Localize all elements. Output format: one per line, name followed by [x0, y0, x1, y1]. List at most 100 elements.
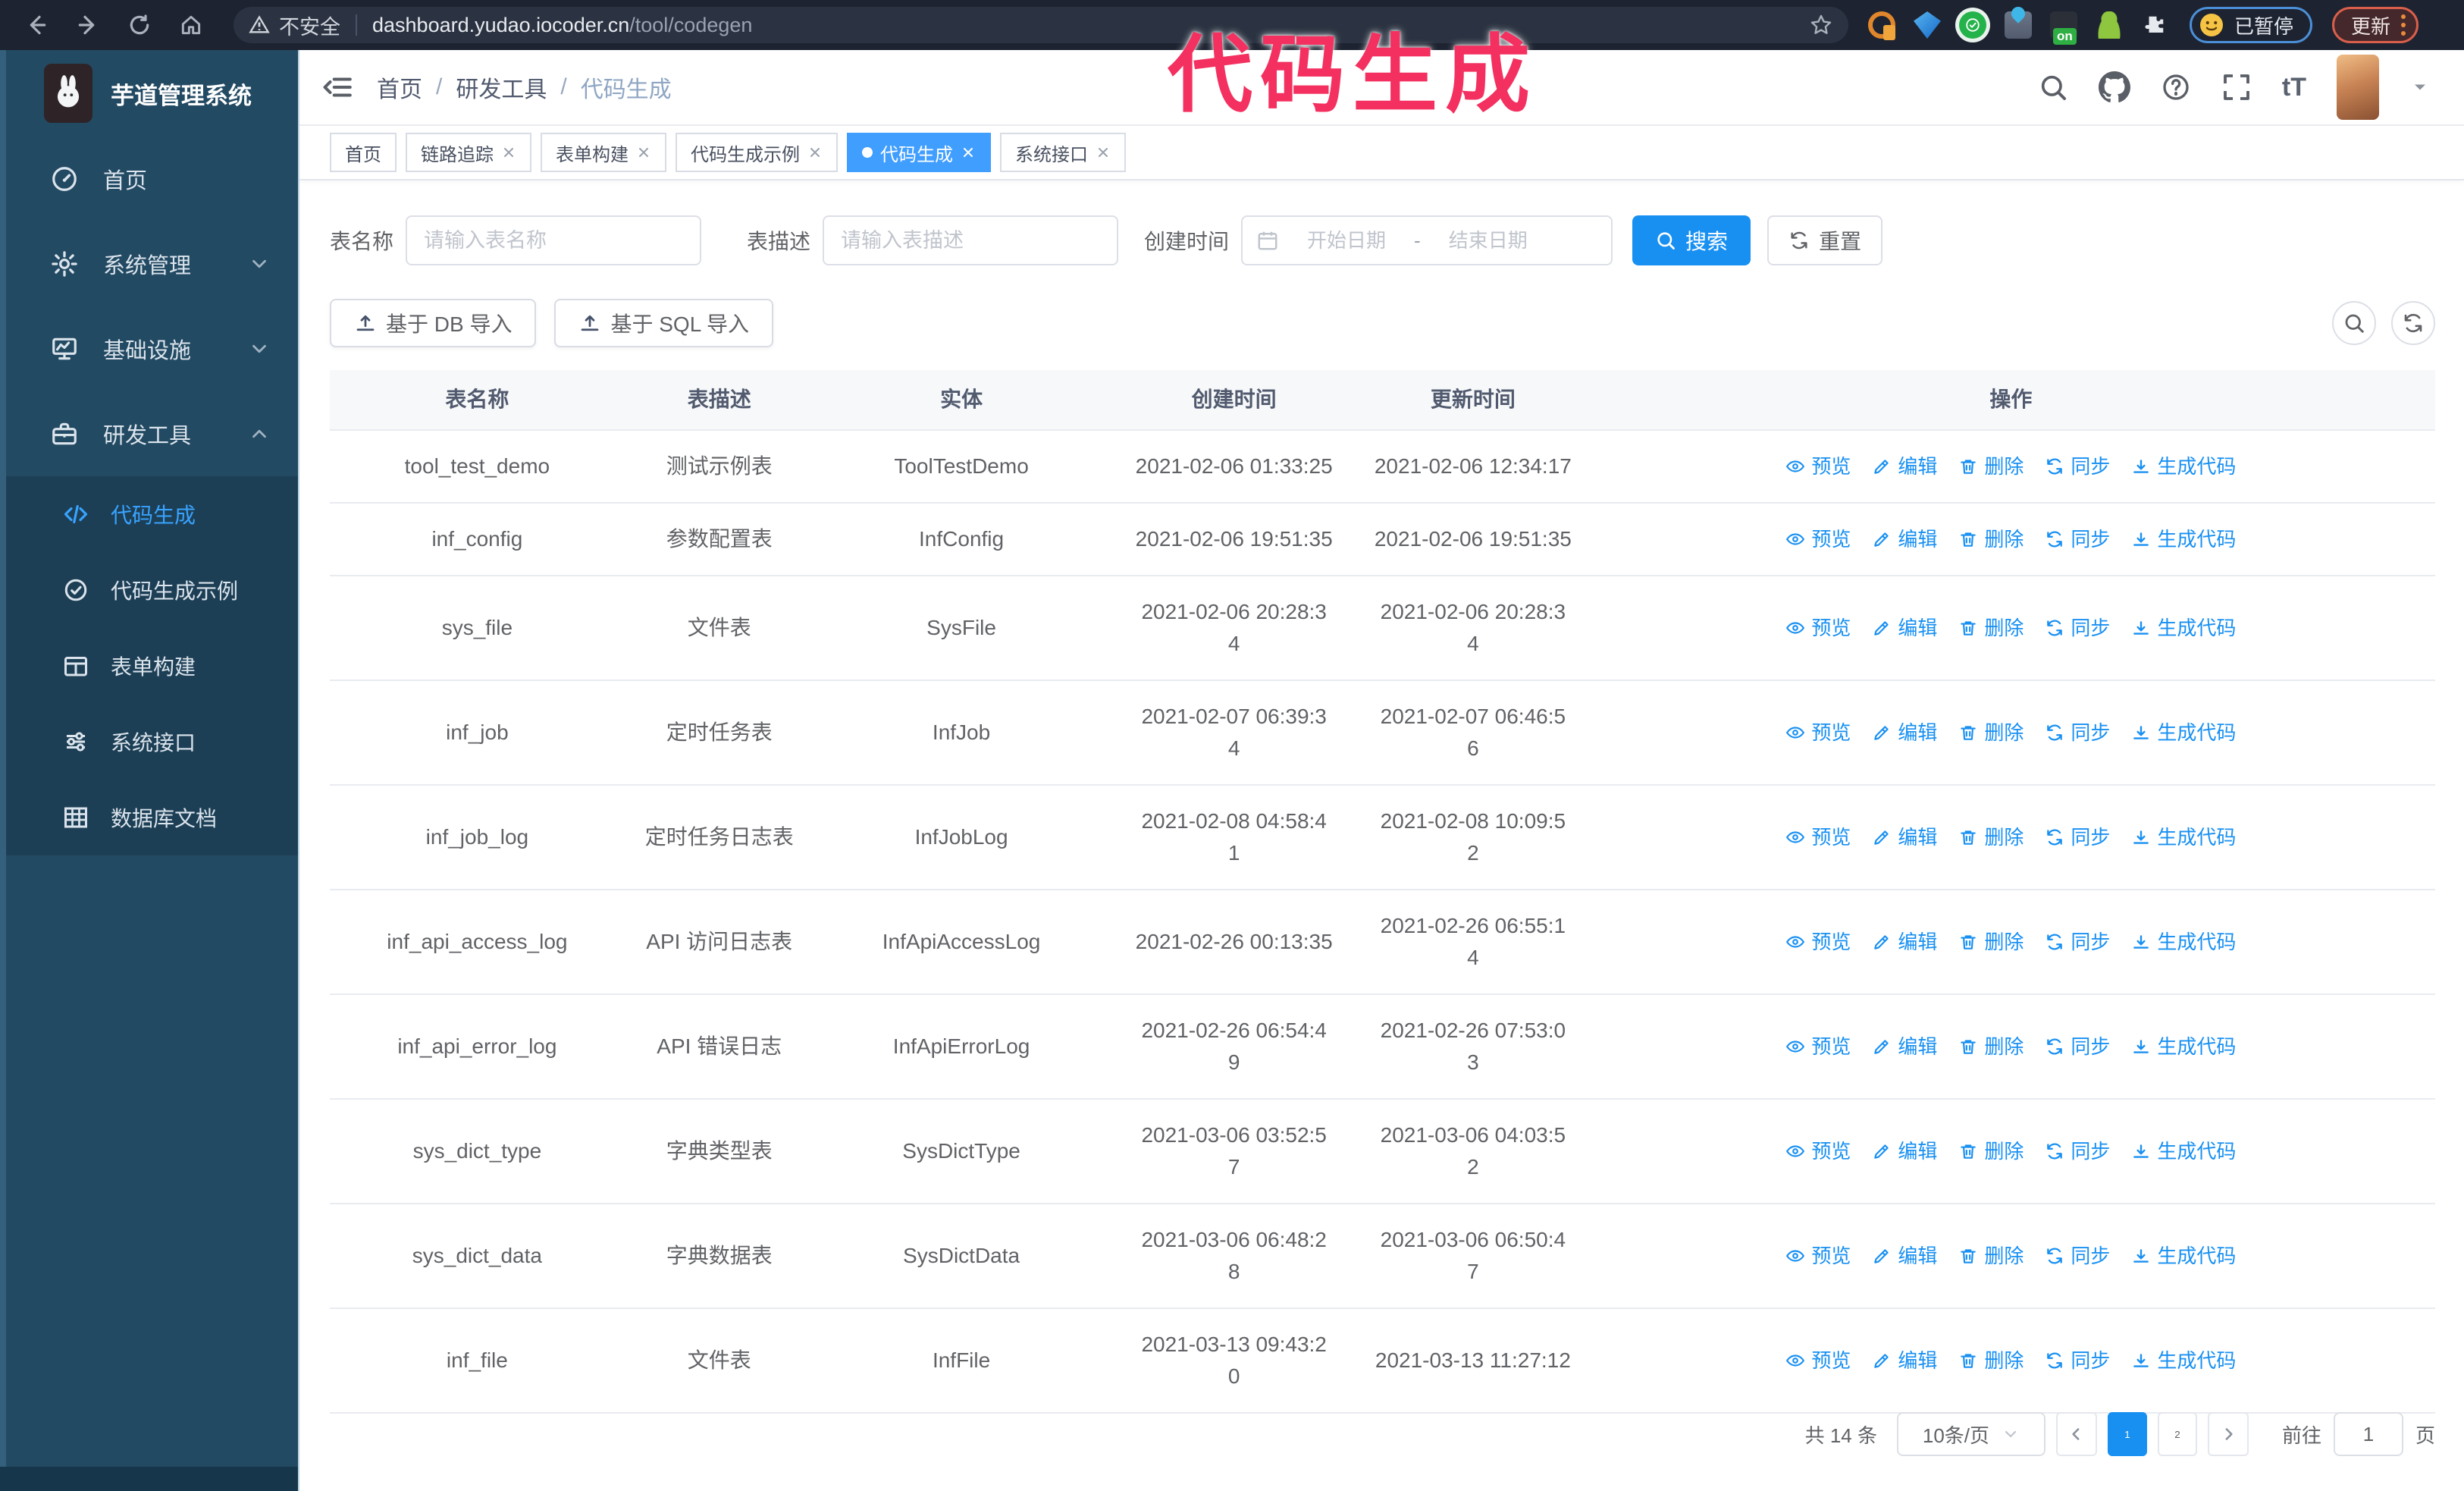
- browser-menu-icon[interactable]: [2401, 14, 2406, 36]
- fullscreen-icon[interactable]: [2221, 72, 2252, 102]
- action-eye-link[interactable]: 预览: [1785, 612, 1851, 644]
- action-trash-link[interactable]: 删除: [1958, 1345, 2024, 1376]
- action-sync-link[interactable]: 同步: [2045, 1240, 2110, 1272]
- action-trash-link[interactable]: 删除: [1958, 926, 2024, 958]
- user-avatar[interactable]: [2337, 55, 2379, 120]
- action-sync-link[interactable]: 同步: [2045, 450, 2110, 482]
- goto-page-input[interactable]: [2333, 1412, 2403, 1456]
- font-size-icon[interactable]: tT: [2282, 73, 2306, 102]
- start-date-input[interactable]: [1290, 228, 1404, 253]
- paused-badge[interactable]: 已暂停: [2190, 7, 2313, 43]
- action-eye-link[interactable]: 预览: [1785, 450, 1851, 482]
- action-download-link[interactable]: 生成代码: [2131, 717, 2236, 749]
- action-trash-link[interactable]: 删除: [1958, 717, 2024, 749]
- sidebar-item-db-doc[interactable]: 数据库文档: [0, 780, 298, 855]
- page-size-select[interactable]: 10条/页: [1896, 1412, 2045, 1456]
- action-trash-link[interactable]: 删除: [1958, 1031, 2024, 1063]
- browser-forward-icon[interactable]: [73, 10, 103, 40]
- header-search-icon[interactable]: [2038, 72, 2068, 102]
- action-sync-link[interactable]: 同步: [2045, 523, 2110, 555]
- action-eye-link[interactable]: 预览: [1785, 926, 1851, 958]
- action-edit-link[interactable]: 编辑: [1872, 523, 1937, 555]
- sidebar-item-codegen[interactable]: 代码生成: [0, 476, 298, 552]
- action-edit-link[interactable]: 编辑: [1872, 1031, 1937, 1063]
- action-trash-link[interactable]: 删除: [1958, 1240, 2024, 1272]
- end-date-input[interactable]: [1431, 228, 1545, 253]
- table-name-input[interactable]: [406, 215, 702, 265]
- action-sync-link[interactable]: 同步: [2045, 1135, 2110, 1167]
- tab-system-api[interactable]: 系统接口: [1000, 133, 1126, 172]
- action-edit-link[interactable]: 编辑: [1872, 926, 1937, 958]
- tab-codegen[interactable]: 代码生成: [847, 133, 991, 172]
- close-icon[interactable]: [501, 145, 516, 160]
- action-edit-link[interactable]: 编辑: [1872, 612, 1937, 644]
- sidebar-item-form-builder[interactable]: 表单构建: [0, 628, 298, 704]
- import-db-button[interactable]: 基于 DB 导入: [330, 299, 537, 347]
- extension-icon[interactable]: [2096, 11, 2123, 39]
- action-eye-link[interactable]: 预览: [1785, 717, 1851, 749]
- refresh-table-button[interactable]: [2391, 301, 2435, 345]
- action-download-link[interactable]: 生成代码: [2131, 1345, 2236, 1376]
- extension-icon[interactable]: [1914, 11, 1941, 39]
- action-download-link[interactable]: 生成代码: [2131, 450, 2236, 482]
- action-download-link[interactable]: 生成代码: [2131, 612, 2236, 644]
- address-bar[interactable]: 不安全 dashboard.yudao.iocoder.cn /tool/cod…: [234, 7, 1848, 43]
- action-edit-link[interactable]: 编辑: [1872, 450, 1937, 482]
- avatar-caret-icon[interactable]: [2409, 77, 2431, 98]
- sidebar-collapse-bar[interactable]: [0, 1467, 298, 1491]
- browser-home-icon[interactable]: [176, 10, 206, 40]
- action-edit-link[interactable]: 编辑: [1872, 717, 1937, 749]
- action-sync-link[interactable]: 同步: [2045, 612, 2110, 644]
- sidebar-item-home[interactable]: 首页: [0, 137, 298, 221]
- action-trash-link[interactable]: 删除: [1958, 450, 2024, 482]
- prev-page-button[interactable]: [2055, 1412, 2097, 1456]
- app-logo[interactable]: 芋道管理系统: [0, 50, 298, 137]
- action-sync-link[interactable]: 同步: [2045, 926, 2110, 958]
- action-trash-link[interactable]: 删除: [1958, 821, 2024, 853]
- search-button[interactable]: 搜索: [1632, 215, 1751, 265]
- breadcrumb-home[interactable]: 首页: [377, 71, 422, 104]
- action-eye-link[interactable]: 预览: [1785, 1031, 1851, 1063]
- bookmark-star-icon[interactable]: [1809, 13, 1833, 38]
- github-icon[interactable]: [2099, 71, 2130, 103]
- help-icon[interactable]: [2161, 72, 2191, 102]
- sidebar-fold-icon[interactable]: [322, 71, 354, 103]
- action-sync-link[interactable]: 同步: [2045, 1031, 2110, 1063]
- action-edit-link[interactable]: 编辑: [1872, 1345, 1937, 1376]
- browser-reload-icon[interactable]: [124, 10, 155, 40]
- action-eye-link[interactable]: 预览: [1785, 821, 1851, 853]
- close-icon[interactable]: [636, 145, 651, 160]
- sidebar-item-system[interactable]: 系统管理: [0, 221, 298, 306]
- tab-codegen-demo[interactable]: 代码生成示例: [676, 133, 838, 172]
- action-edit-link[interactable]: 编辑: [1872, 1240, 1937, 1272]
- breadcrumb-devtools[interactable]: 研发工具: [456, 71, 547, 104]
- extension-icon[interactable]: [1868, 11, 1895, 40]
- date-range-picker[interactable]: -: [1241, 215, 1613, 265]
- action-sync-link[interactable]: 同步: [2045, 1345, 2110, 1376]
- sidebar-item-codegen-demo[interactable]: 代码生成示例: [0, 552, 298, 628]
- action-eye-link[interactable]: 预览: [1785, 1345, 1851, 1376]
- action-trash-link[interactable]: 删除: [1958, 612, 2024, 644]
- table-desc-input[interactable]: [823, 215, 1119, 265]
- extensions-puzzle-icon[interactable]: [2141, 11, 2168, 39]
- action-sync-link[interactable]: 同步: [2045, 821, 2110, 853]
- action-download-link[interactable]: 生成代码: [2131, 523, 2236, 555]
- sidebar-item-infra[interactable]: 基础设施: [0, 306, 298, 391]
- page-button-2[interactable]: 2: [2157, 1412, 2197, 1456]
- action-eye-link[interactable]: 预览: [1785, 523, 1851, 555]
- page-button-1[interactable]: 1: [2107, 1412, 2147, 1456]
- tab-form-builder[interactable]: 表单构建: [541, 133, 666, 172]
- next-page-button[interactable]: [2207, 1412, 2249, 1456]
- sidebar-item-devtools[interactable]: 研发工具: [0, 391, 298, 476]
- tab-home[interactable]: 首页: [330, 133, 397, 172]
- browser-back-icon[interactable]: [21, 10, 52, 40]
- action-download-link[interactable]: 生成代码: [2131, 1135, 2236, 1167]
- import-sql-button[interactable]: 基于 SQL 导入: [554, 299, 774, 347]
- sidebar-item-system-api[interactable]: 系统接口: [0, 704, 298, 780]
- action-download-link[interactable]: 生成代码: [2131, 1240, 2236, 1272]
- extension-icon[interactable]: [1959, 11, 1986, 39]
- update-button[interactable]: 更新: [2332, 7, 2419, 43]
- extension-icon[interactable]: [2050, 11, 2077, 45]
- action-sync-link[interactable]: 同步: [2045, 717, 2110, 749]
- toggle-search-button[interactable]: [2332, 301, 2376, 345]
